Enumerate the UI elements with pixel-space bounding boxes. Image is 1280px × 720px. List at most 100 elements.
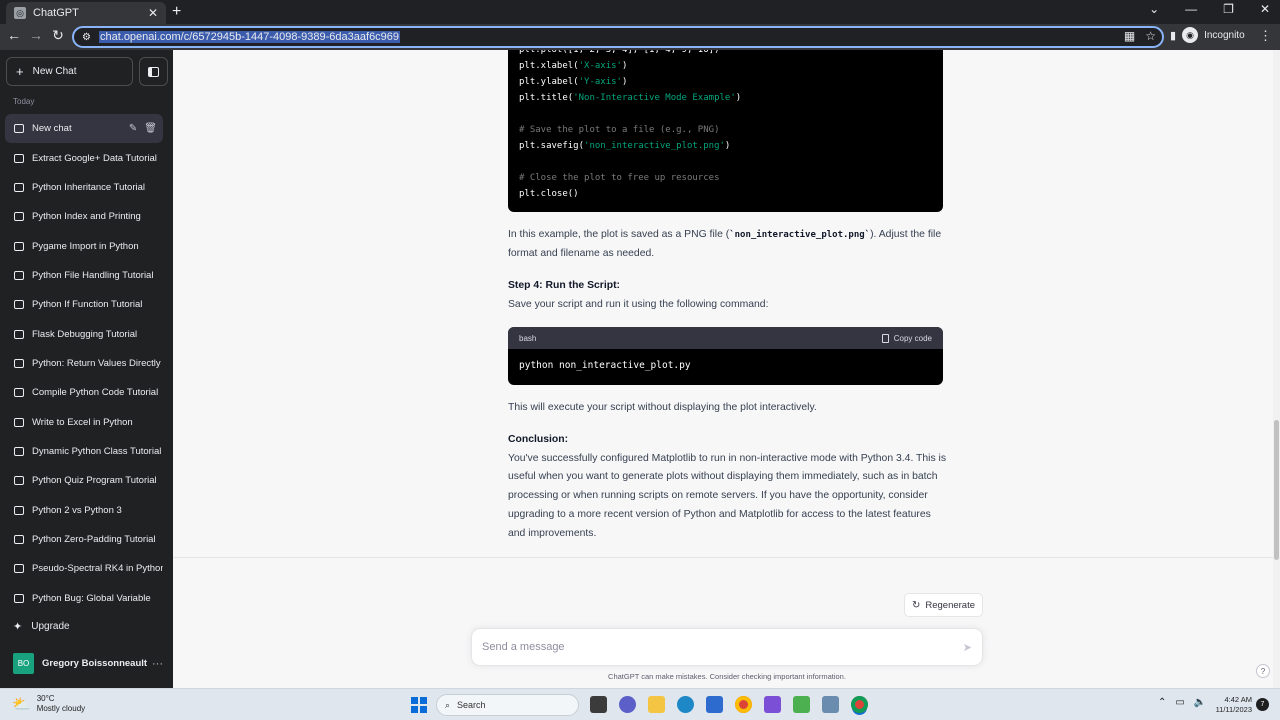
edge-browser-icon[interactable] bbox=[677, 696, 694, 713]
chat-bubble-icon bbox=[14, 476, 24, 486]
user-menu[interactable]: BO Gregory Boissonneault ··· bbox=[13, 653, 163, 674]
url-text[interactable]: chat.openai.com/c/6572945b-1447-4098-938… bbox=[98, 31, 401, 43]
code-paren: ) bbox=[724, 141, 731, 151]
chat-list-item[interactable]: Python If Function Tutorial bbox=[5, 290, 163, 319]
send-icon[interactable]: ➤ bbox=[963, 641, 972, 654]
chat-list-item[interactable]: Python Inheritance Tutorial bbox=[5, 173, 163, 202]
more-options-icon[interactable]: ··· bbox=[152, 658, 163, 670]
chat-title: Python Zero-Padding Tutorial bbox=[32, 533, 156, 545]
browser-menu-icon[interactable]: ⋮ bbox=[1259, 28, 1272, 44]
close-window-icon[interactable]: ✕ bbox=[1260, 2, 1270, 16]
chat-list-item[interactable]: Python Index and Printing bbox=[5, 202, 163, 231]
reload-icon[interactable]: ↻ bbox=[48, 27, 68, 44]
store-icon[interactable] bbox=[706, 696, 723, 713]
chat-list-item[interactable]: Python File Handling Tutorial bbox=[5, 261, 163, 290]
chat-list-item[interactable]: Python 2 vs Python 3 bbox=[5, 495, 163, 524]
chat-list-item[interactable]: Dynamic Python Class Tutorial bbox=[5, 437, 163, 466]
app-icon[interactable] bbox=[764, 696, 781, 713]
minimize-icon[interactable]: — bbox=[1185, 2, 1197, 16]
site-info-icon[interactable]: ⚙ bbox=[82, 32, 91, 43]
bookmark-star-icon[interactable]: ☆ bbox=[1145, 29, 1156, 43]
chevron-up-icon[interactable]: ⌃ bbox=[1158, 697, 1166, 708]
code-line: plt.plot([1, 2, 3, 4], [1, 4, 9, 16]) bbox=[519, 50, 720, 55]
browser-tab[interactable]: ◎ ChatGPT ✕ bbox=[6, 2, 166, 24]
clock[interactable]: 4:42 AM 11/11/2023 bbox=[1212, 695, 1252, 715]
chat-list-item[interactable]: Python: Return Values Directly bbox=[5, 349, 163, 378]
close-tab-icon[interactable]: ✕ bbox=[148, 6, 158, 20]
chat-title: Python Index and Printing bbox=[32, 211, 141, 223]
chat-bubble-icon bbox=[14, 212, 24, 222]
regenerate-button[interactable]: ↻ Regenerate bbox=[904, 593, 983, 617]
chat-bubble-icon bbox=[14, 564, 24, 574]
toggle-sidebar-button[interactable] bbox=[139, 57, 168, 86]
bash-code-block: bash Copy code python non_interactive_pl… bbox=[508, 327, 943, 385]
volume-icon[interactable]: 🔈 bbox=[1194, 697, 1206, 708]
notepad-icon[interactable] bbox=[793, 696, 810, 713]
back-icon[interactable]: ← bbox=[4, 27, 24, 43]
new-tab-icon[interactable]: + bbox=[172, 2, 181, 22]
chrome-incognito-icon[interactable] bbox=[851, 696, 868, 713]
incognito-icon: ◉ bbox=[1182, 27, 1199, 43]
scrollbar-thumb[interactable] bbox=[1274, 420, 1279, 560]
forward-icon[interactable]: → bbox=[26, 27, 46, 43]
copy-code-button[interactable]: Copy code bbox=[881, 333, 932, 343]
tab-search-icon[interactable]: ⌄ bbox=[1149, 2, 1159, 16]
avatar: BO bbox=[13, 653, 34, 674]
conclusion-section: Conclusion: You've successfully configur… bbox=[508, 431, 948, 543]
chat-title: Python: Return Values Directly bbox=[32, 357, 161, 369]
address-bar[interactable]: ⚙ chat.openai.com/c/6572945b-1447-4098-9… bbox=[72, 26, 1164, 48]
step-heading: Step 4: Run the Script: bbox=[508, 280, 620, 291]
weather-widget[interactable]: ⛅ 30°C Mostly cloudy bbox=[12, 694, 85, 714]
qr-code-icon[interactable]: ▦ bbox=[1124, 29, 1135, 43]
side-panel-icon[interactable]: ▮ bbox=[1170, 29, 1176, 42]
chat-list-item[interactable]: Python Quiz Program Tutorial bbox=[5, 466, 163, 495]
incognito-indicator[interactable]: ▮ ◉ Incognito bbox=[1170, 27, 1245, 43]
search-label: Search bbox=[457, 700, 486, 710]
chat-list-item[interactable]: Compile Python Code Tutorial bbox=[5, 378, 163, 407]
code-fn: plt.savefig( bbox=[519, 141, 585, 151]
code-paren: ) bbox=[735, 93, 742, 103]
code-fn: plt.xlabel( bbox=[519, 61, 579, 71]
chat-list-item[interactable]: Pygame Import in Python bbox=[5, 231, 163, 260]
app-icon[interactable] bbox=[822, 696, 839, 713]
regenerate-label: Regenerate bbox=[925, 599, 976, 611]
task-view-icon[interactable] bbox=[590, 696, 607, 713]
inline-code: `non_interactive_plot.png` bbox=[729, 230, 871, 240]
message-composer: ➤ bbox=[471, 628, 983, 666]
maximize-icon[interactable]: ❐ bbox=[1223, 2, 1234, 16]
chat-app-icon[interactable] bbox=[619, 696, 636, 713]
edit-pencil-icon[interactable]: ✎ bbox=[129, 123, 137, 134]
help-button[interactable]: ? bbox=[1256, 664, 1270, 678]
clock-time: 4:42 AM bbox=[1224, 695, 1252, 704]
chat-list-item[interactable]: Write to Excel in Python bbox=[5, 407, 163, 436]
chat-list-item[interactable]: Pseudo-Spectral RK4 in Python bbox=[5, 554, 163, 583]
message-input[interactable] bbox=[482, 641, 963, 653]
delete-trash-icon[interactable]: 🗑 bbox=[144, 123, 157, 134]
chat-bubble-icon bbox=[14, 270, 24, 280]
scrollbar[interactable] bbox=[1273, 50, 1280, 688]
copy-code-label: Copy code bbox=[893, 333, 932, 343]
file-explorer-icon[interactable] bbox=[648, 696, 665, 713]
network-icon[interactable]: ▭ bbox=[1175, 697, 1184, 708]
taskbar-search[interactable]: ⌕ Search bbox=[436, 694, 579, 716]
new-chat-label: New Chat bbox=[32, 66, 77, 77]
chat-list-item[interactable]: New chat ✎ 🗑 bbox=[5, 114, 163, 144]
chat-list-item[interactable]: Python Bug: Global Variable bbox=[5, 584, 163, 613]
notification-badge[interactable]: 7 bbox=[1256, 698, 1269, 711]
chat-bubble-icon bbox=[14, 182, 24, 192]
chrome-icon[interactable] bbox=[735, 696, 752, 713]
browser-tab-bar: ◎ ChatGPT ✕ + ⌄ — ❐ ✕ bbox=[0, 0, 1280, 24]
chat-bubble-icon bbox=[14, 417, 24, 427]
new-chat-button[interactable]: + New Chat bbox=[6, 57, 133, 86]
chat-bubble-icon bbox=[14, 153, 24, 163]
chat-title: Pygame Import in Python bbox=[32, 240, 139, 252]
search-icon: ⌕ bbox=[445, 699, 451, 710]
chat-list-item[interactable]: Extract Google+ Data Tutorial bbox=[5, 143, 163, 172]
chat-list-item[interactable]: Python Zero-Padding Tutorial bbox=[5, 525, 163, 554]
chat-title: Python Quiz Program Tutorial bbox=[32, 475, 157, 487]
chat-list-item[interactable]: Flask Debugging Tutorial bbox=[5, 319, 163, 348]
upgrade-button[interactable]: ✦ Upgrade bbox=[13, 620, 70, 633]
windows-start-icon[interactable] bbox=[411, 697, 427, 713]
paragraph-text: Save your script and run it using the fo… bbox=[508, 298, 769, 310]
weather-condition: Mostly cloudy bbox=[36, 704, 86, 713]
